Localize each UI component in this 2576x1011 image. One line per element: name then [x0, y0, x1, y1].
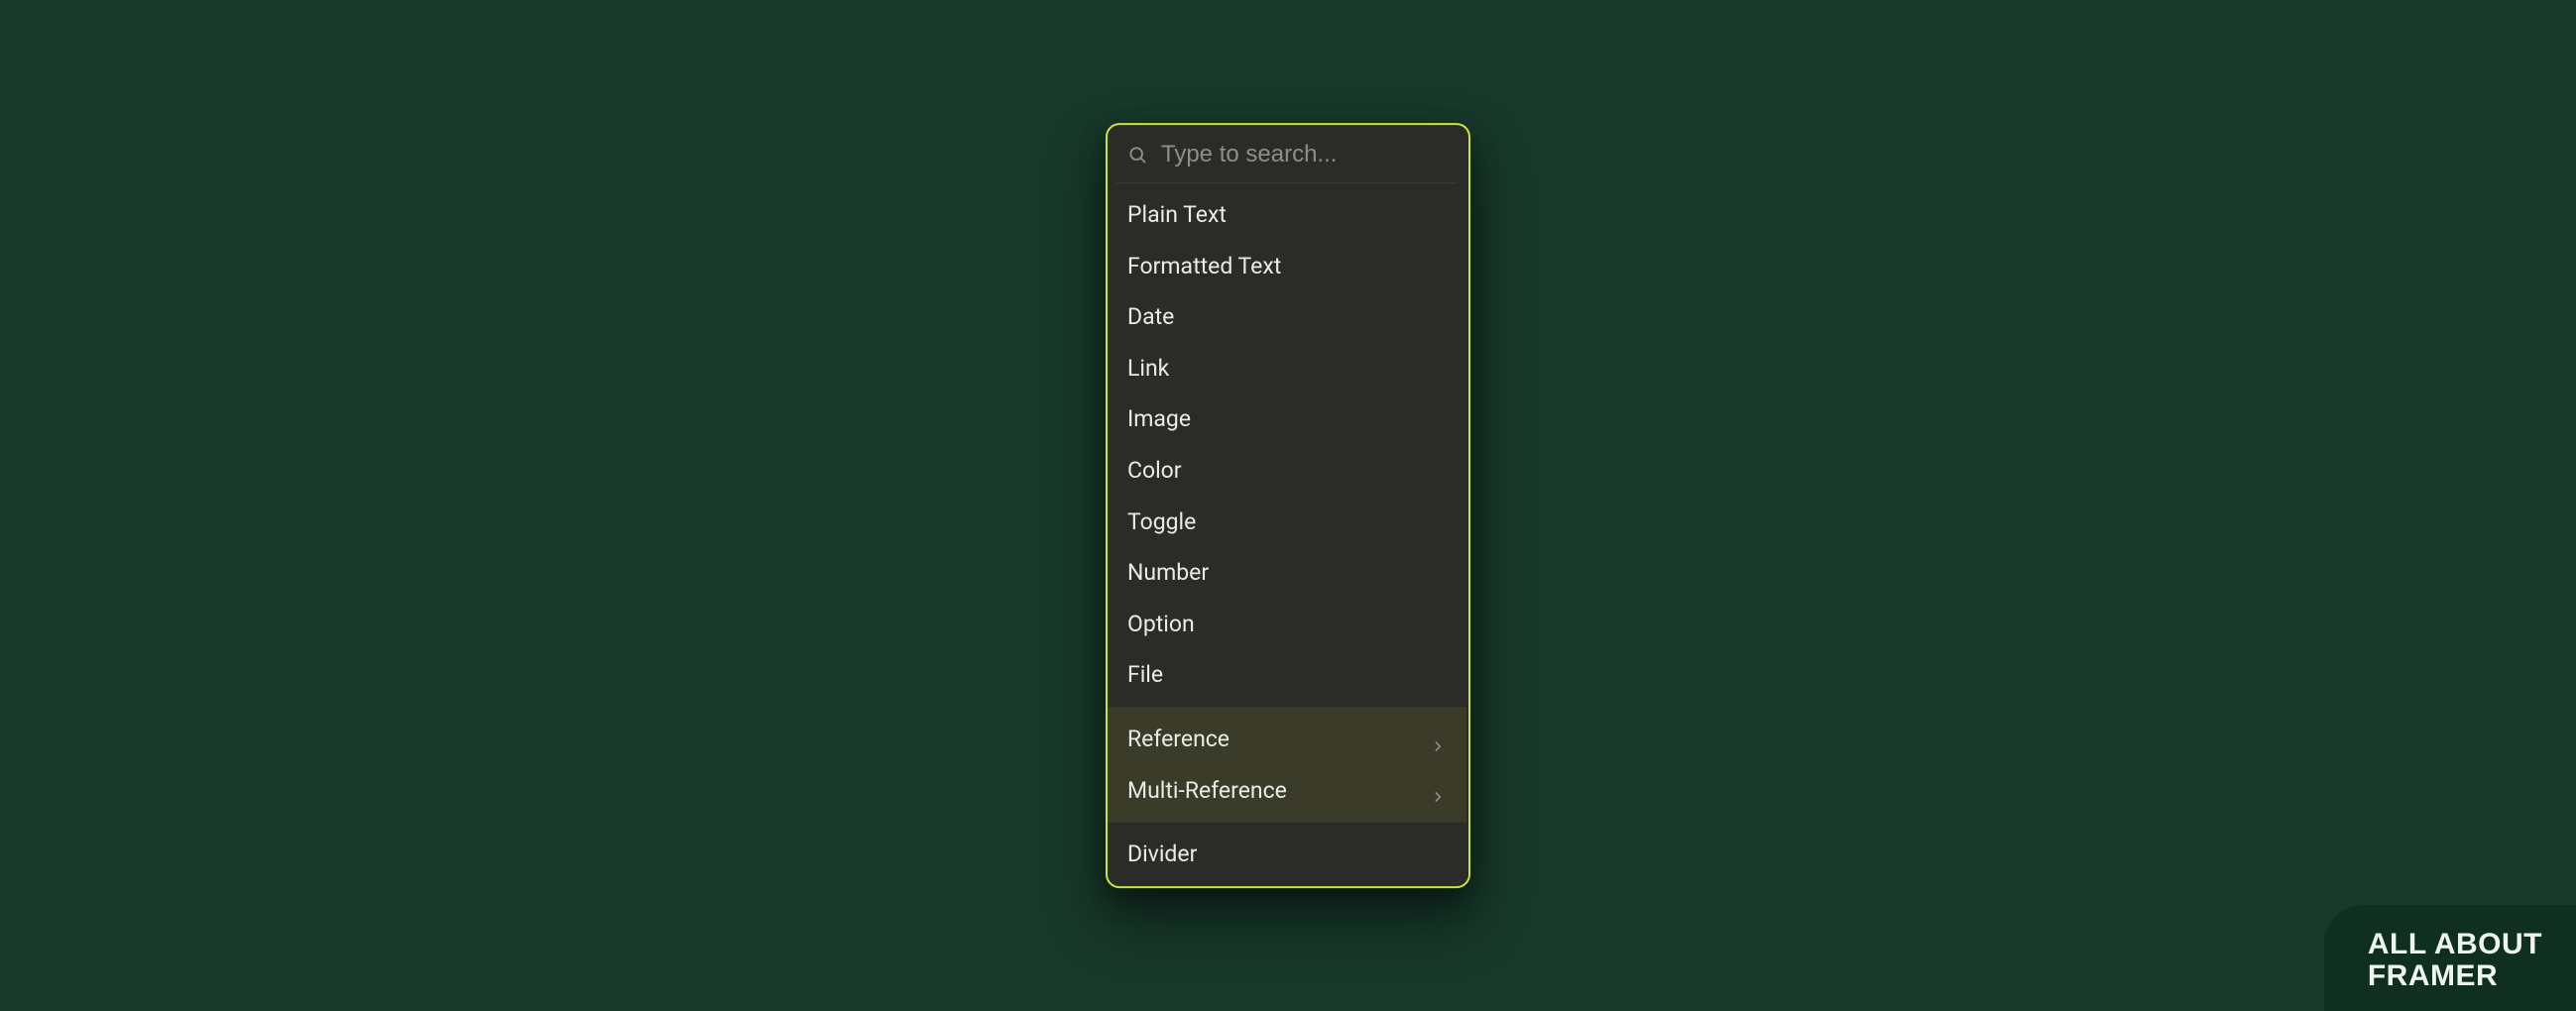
menu-item-link[interactable]: Link: [1106, 343, 1466, 394]
menu-group-primary: Plain Text Formatted Text Date Link Imag…: [1106, 183, 1466, 707]
menu-item-formatted-text[interactable]: Formatted Text: [1106, 241, 1466, 292]
menu-item-image[interactable]: Image: [1106, 394, 1466, 446]
chevron-right-icon: [1431, 732, 1445, 746]
menu-item-label: Color: [1127, 457, 1182, 485]
menu-item-label: Divider: [1127, 841, 1197, 868]
brand-line-1: ALL ABOUT: [2368, 929, 2542, 960]
brand-line-2: FRAMER: [2368, 960, 2542, 992]
menu-item-toggle[interactable]: Toggle: [1106, 497, 1466, 548]
menu-group-extra: Divider: [1106, 823, 1466, 886]
menu-item-multi-reference[interactable]: Multi-Reference: [1106, 765, 1466, 817]
menu-item-color[interactable]: Color: [1106, 445, 1466, 497]
menu-item-plain-text[interactable]: Plain Text: [1106, 189, 1466, 241]
menu-group-reference: Reference Multi-Reference: [1106, 708, 1466, 822]
menu-item-label: Reference: [1127, 726, 1229, 753]
menu-item-label: Toggle: [1127, 508, 1196, 536]
chevron-right-icon: [1431, 783, 1445, 797]
menu-item-file[interactable]: File: [1106, 649, 1466, 701]
menu-item-date[interactable]: Date: [1106, 291, 1466, 343]
menu-item-number[interactable]: Number: [1106, 547, 1466, 599]
menu-item-divider[interactable]: Divider: [1106, 829, 1466, 880]
search-icon: [1127, 145, 1147, 165]
menu-item-label: Plain Text: [1127, 201, 1227, 229]
menu-item-label: Link: [1127, 355, 1169, 383]
menu-item-label: Multi-Reference: [1127, 777, 1287, 805]
menu-item-label: Number: [1127, 559, 1209, 587]
search-row: [1106, 125, 1466, 182]
search-input[interactable]: [1161, 141, 1468, 168]
menu-item-label: Option: [1127, 611, 1195, 638]
menu-item-reference[interactable]: Reference: [1106, 714, 1466, 765]
menu-item-label: Formatted Text: [1127, 253, 1281, 281]
brand-badge: ALL ABOUT FRAMER: [2324, 905, 2576, 1011]
menu-item-label: Image: [1127, 406, 1191, 434]
field-type-menu: Plain Text Formatted Text Date Link Imag…: [1106, 123, 1470, 888]
menu-item-label: File: [1127, 661, 1163, 689]
menu-item-label: Date: [1127, 303, 1174, 331]
menu-item-option[interactable]: Option: [1106, 599, 1466, 650]
